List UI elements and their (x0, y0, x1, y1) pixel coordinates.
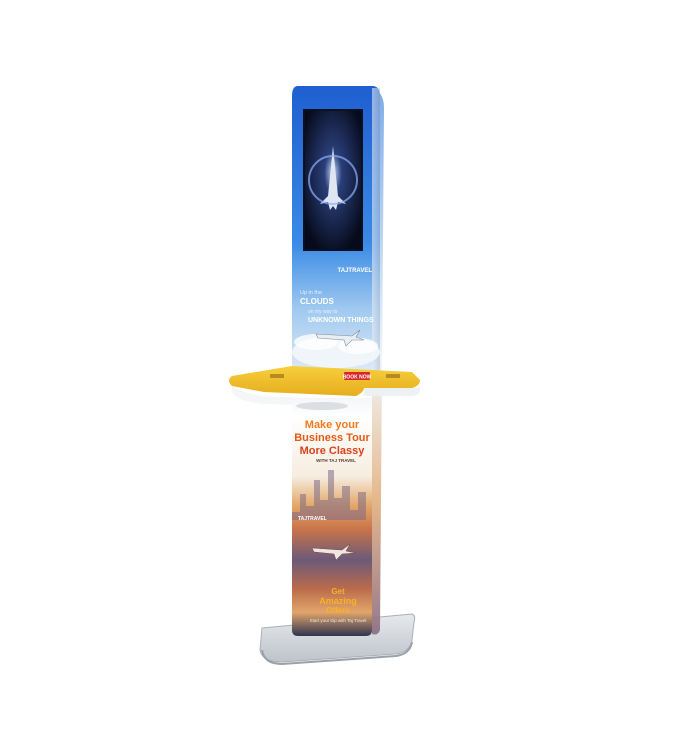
kiosk-illustration: TAJTRAVEL Up in the CLOUDS on my way to … (229, 86, 420, 666)
offer-1: Get (331, 587, 345, 596)
tagline-1: Up in the (300, 290, 322, 296)
subline: WITH TAJ TRAVEL (316, 458, 356, 463)
headline-1: Make your (305, 419, 360, 431)
offer-2: Amazing (319, 596, 357, 606)
headline-2: Business Tour (294, 432, 370, 444)
lower-panel: Make your Business Tour More Classy WITH… (292, 398, 372, 636)
tagline-3: on my way to (308, 309, 338, 315)
tray-shadow (296, 402, 348, 410)
top-brand: TAJTRAVEL (338, 268, 373, 274)
lower-brand: TAJTRAVEL (298, 516, 327, 522)
footer-text: Start your trip with Taj Travel (310, 618, 367, 623)
offer-3: Offers (326, 606, 350, 615)
top-panel: TAJTRAVEL Up in the CLOUDS on my way to … (292, 86, 380, 372)
tagline-4: UNKNOWN THINGS (308, 317, 374, 324)
book-now-label: BOOK NOW (343, 375, 372, 381)
headline-3: More Classy (300, 445, 366, 457)
tagline-2: CLOUDS (300, 297, 334, 306)
kiosk-scene: TAJTRAVEL Up in the CLOUDS on my way to … (0, 0, 674, 742)
